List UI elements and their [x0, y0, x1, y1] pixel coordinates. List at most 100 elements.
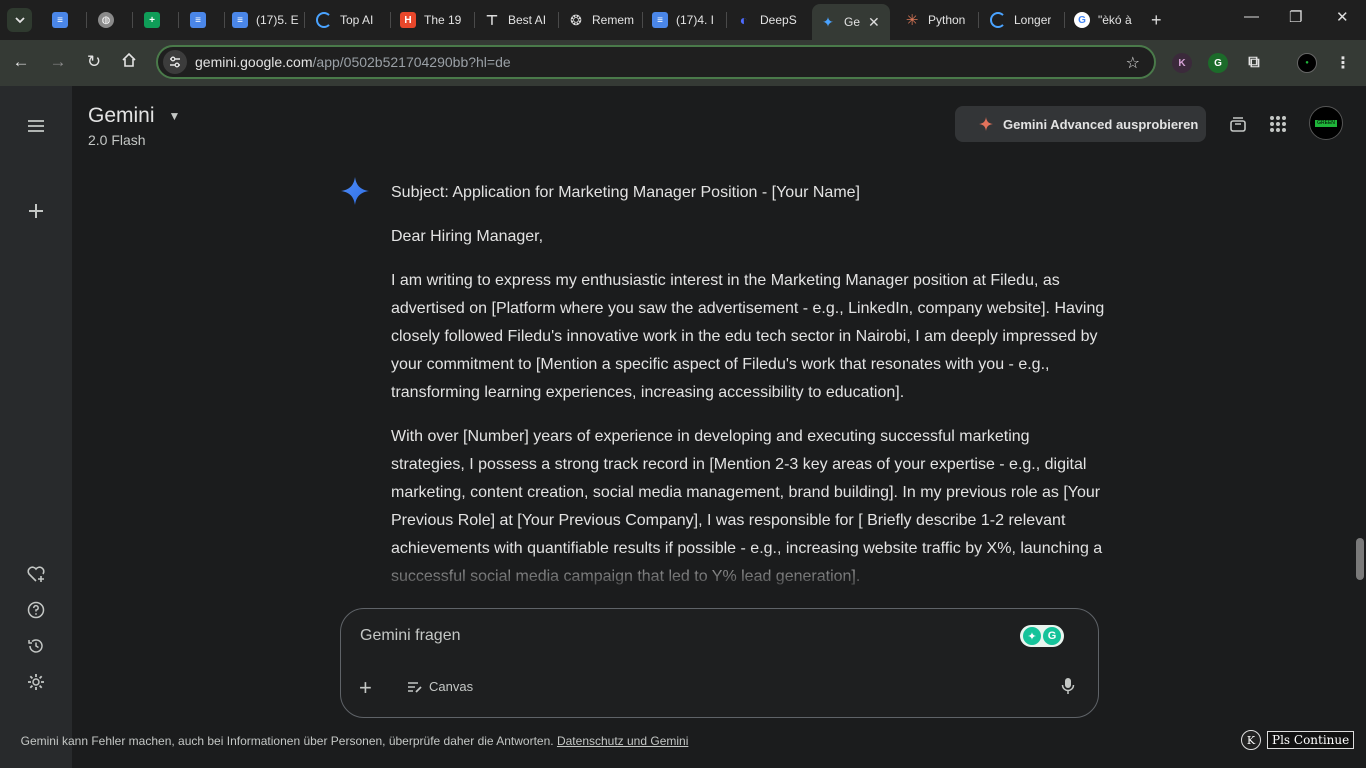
browser-menu-icon[interactable]: ⋮ [1333, 53, 1353, 73]
site-info-button[interactable] [163, 50, 187, 74]
bookmark-star-icon[interactable]: ☆ [1126, 53, 1140, 73]
forward-button[interactable]: → [47, 52, 69, 72]
openai-icon: ❂ [570, 11, 582, 28]
back-button[interactable]: ← [10, 52, 32, 72]
minimize-button[interactable]: — [1244, 8, 1259, 25]
letter-subject: Subject: Application for Marketing Manag… [391, 184, 860, 201]
tab-separator [978, 12, 979, 28]
tab-search-button[interactable] [7, 8, 32, 32]
caret-down-icon: ▼ [168, 109, 181, 123]
tab-separator [642, 12, 643, 28]
side-rail [0, 86, 72, 768]
claude-icon: ✳ [905, 12, 919, 29]
extensions-puzzle-icon[interactable]: ⧉ [1244, 53, 1264, 73]
browser-toolbar: ← → ↻ gemini.google.com/app/0502b5217042… [0, 40, 1366, 86]
tab[interactable]: H The 19 [392, 5, 472, 35]
chevron-down-icon [14, 17, 25, 24]
prompt-composer: ✦ G + Canvas [340, 608, 1099, 718]
gems-heart-icon[interactable] [24, 562, 48, 586]
tab[interactable]: ≡ (17)5. E [224, 5, 302, 35]
tab[interactable]: G "èkó à [1066, 5, 1146, 35]
letter-greeting: Dear Hiring Manager, [391, 228, 544, 245]
share-stack-icon[interactable] [1226, 112, 1250, 136]
tab-label: Ge [844, 15, 861, 29]
tab-separator [86, 12, 87, 28]
tab[interactable]: ◍ [90, 5, 130, 35]
tab[interactable]: ≡ [44, 5, 84, 35]
tab-label: (17)4. I [676, 13, 715, 27]
scroll-fade [340, 550, 1110, 590]
tab-label: Top AI [340, 13, 374, 27]
tab[interactable]: ≡ [182, 5, 222, 35]
prompt-input[interactable] [360, 627, 960, 645]
model-name: 2.0 Flash [88, 132, 146, 148]
app-brand[interactable]: Gemini ▼ 2.0 Flash [88, 104, 180, 148]
tab-label: Remem [592, 13, 635, 27]
reload-button[interactable]: ↻ [83, 52, 105, 72]
privacy-link[interactable]: Datenschutz und Gemini [557, 734, 688, 748]
try-advanced-button[interactable]: Gemini Advanced ausprobieren [955, 106, 1206, 142]
docs-icon: ≡ [52, 12, 68, 28]
tool-icon: ⊤ [485, 11, 499, 28]
tab[interactable]: ≡ (17)4. I [644, 5, 724, 35]
gemini-sparkle-icon [341, 177, 369, 205]
tab-label: Best AI [508, 13, 547, 27]
docs-icon: ≡ [232, 12, 248, 28]
close-tab-icon[interactable]: ✕ [868, 14, 880, 31]
canvas-label: Canvas [429, 679, 474, 694]
profile-avatar[interactable]: ● [1297, 53, 1317, 73]
tab[interactable]: ✳ Python [896, 5, 976, 35]
settings-gear-icon[interactable] [24, 670, 48, 694]
restore-button[interactable]: ❐ [1289, 8, 1302, 26]
tab[interactable]: + [136, 5, 178, 35]
docs-icon: ≡ [652, 12, 668, 28]
gemini-icon: ✦ [822, 13, 834, 30]
close-window-button[interactable]: ✕ [1336, 8, 1349, 26]
scrollbar-thumb[interactable] [1356, 538, 1364, 580]
extension-grammarly-icon[interactable]: G [1208, 53, 1228, 73]
canvas-button[interactable]: Canvas [407, 679, 473, 694]
pls-continue-button[interactable]: Pls Continue [1267, 731, 1355, 749]
tab-separator [304, 12, 305, 28]
tab-label: Python [928, 13, 966, 27]
tab-label: "èkó à [1098, 13, 1132, 27]
microphone-icon[interactable] [1061, 677, 1075, 700]
continue-overlay: K Pls Continue [1241, 730, 1355, 750]
google-icon: G [1074, 12, 1090, 28]
address-bar[interactable]: gemini.google.com/app/0502b521704290bb?h… [156, 45, 1156, 79]
help-icon[interactable] [24, 598, 48, 622]
account-avatar[interactable]: GREEN [1309, 106, 1343, 140]
spinner-icon [316, 12, 332, 28]
hackernoon-icon: H [400, 12, 416, 28]
response-text: Subject: Application for Marketing Manag… [391, 179, 1105, 590]
add-file-button[interactable]: + [359, 675, 372, 701]
model-switcher[interactable]: Gemini ▼ [88, 104, 180, 128]
tab-separator [474, 12, 475, 28]
k-badge[interactable]: K [1241, 730, 1261, 750]
sparkle-icon [979, 117, 993, 131]
tab-separator [132, 12, 133, 28]
tune-icon [170, 56, 180, 68]
tab[interactable]: Longer [982, 5, 1062, 35]
new-tab-button[interactable]: + [1151, 10, 1162, 31]
tab[interactable]: ⊤ Best AI [476, 5, 556, 35]
tab-label: (17)5. E [256, 13, 299, 27]
tab-label: Longer [1014, 13, 1052, 27]
new-chat-icon[interactable] [24, 199, 48, 223]
docs-icon: ≡ [190, 12, 206, 28]
tab[interactable]: ◐ DeepS [728, 5, 808, 35]
home-button[interactable] [118, 52, 140, 73]
tab[interactable]: Top AI [308, 5, 388, 35]
grammarly-bulb-icon: ✦ [1023, 627, 1041, 645]
tab-separator [390, 12, 391, 28]
canvas-icon [408, 681, 422, 693]
main-menu-icon[interactable] [24, 114, 48, 138]
extension-k-icon[interactable]: K [1172, 53, 1192, 73]
home-icon [122, 52, 136, 67]
grammarly-widget[interactable]: ✦ G [1020, 625, 1064, 647]
tab-active[interactable]: ✦ Ge ✕ [812, 4, 890, 40]
tab[interactable]: ❂ Remem [560, 5, 640, 35]
activity-history-icon[interactable] [24, 634, 48, 658]
apps-grid-icon[interactable] [1266, 112, 1290, 136]
tab-separator [1064, 12, 1065, 28]
